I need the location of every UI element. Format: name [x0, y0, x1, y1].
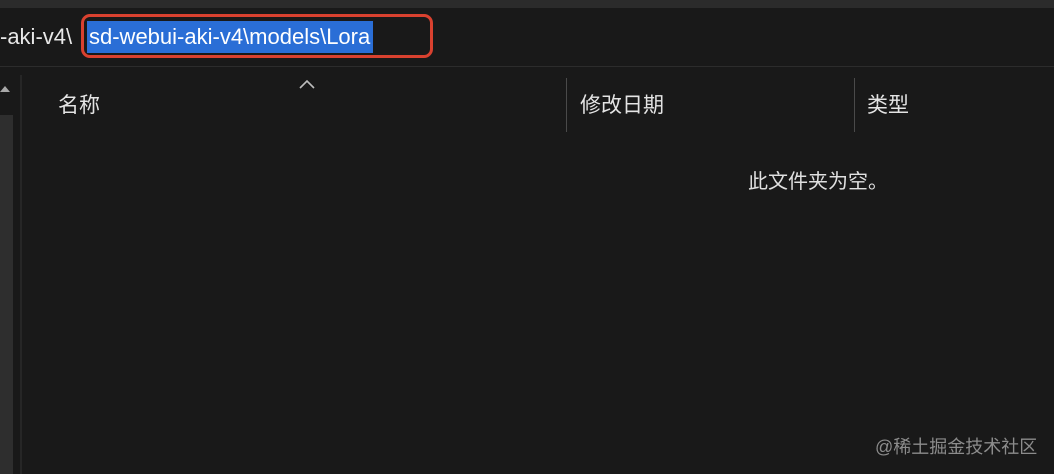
- column-header-date-modified[interactable]: 修改日期: [580, 94, 664, 118]
- column-header-type[interactable]: 类型: [867, 94, 909, 118]
- address-bar[interactable]: -aki-v4\ sd-webui-aki-v4\models\Lora: [0, 8, 1054, 67]
- address-path-prefix[interactable]: -aki-v4\: [0, 24, 72, 50]
- empty-folder-message: 此文件夹为空。: [748, 171, 888, 193]
- column-header-name[interactable]: 名称: [58, 94, 100, 118]
- column-header-row: 名称 修改日期 类型: [22, 78, 1054, 132]
- scroll-up-arrow-icon[interactable]: [0, 86, 10, 92]
- navigation-pane-scrollbar[interactable]: [0, 115, 13, 474]
- pane-divider[interactable]: [20, 75, 22, 474]
- address-path-selected-text[interactable]: sd-webui-aki-v4\models\Lora: [87, 21, 374, 53]
- watermark: @稀土掘金技术社区: [875, 437, 1038, 457]
- column-separator[interactable]: [854, 78, 855, 132]
- column-separator[interactable]: [566, 78, 567, 132]
